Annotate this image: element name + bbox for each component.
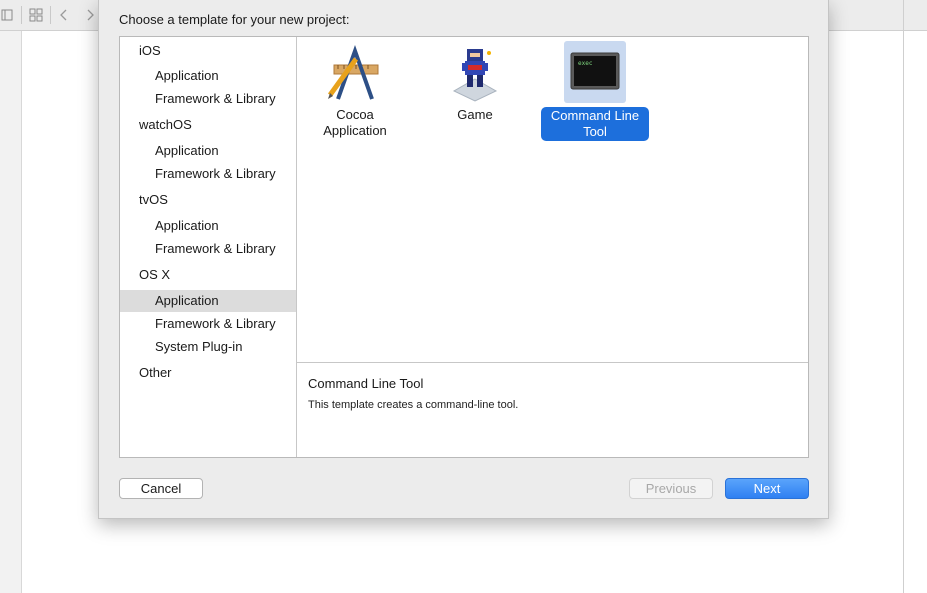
template-label-line1: Command Line — [550, 108, 640, 123]
inspector-divider — [903, 0, 904, 593]
template-panel: iOS Application Framework & Library watc… — [119, 36, 809, 458]
template-label-selected: Command Line Tool — [540, 107, 650, 141]
sidebar-item-osx-framework[interactable]: Framework & Library — [120, 313, 296, 335]
description-title: Command Line Tool — [308, 376, 424, 391]
template-game[interactable]: Game — [415, 41, 535, 151]
sidebar-item-ios-framework[interactable]: Framework & Library — [120, 88, 296, 110]
grid-icon[interactable] — [28, 7, 44, 23]
chevron-left-icon[interactable] — [56, 7, 72, 23]
sidebar-category-other[interactable]: Other — [120, 362, 296, 384]
template-grid: Cocoa Application Game exec Command Line… — [297, 37, 808, 363]
sidebar-item-osx-application[interactable]: Application — [120, 290, 296, 312]
terminal-icon: exec — [564, 41, 626, 103]
sidebar-category-watchos[interactable]: watchOS — [120, 114, 296, 136]
cocoa-app-icon — [324, 41, 386, 103]
template-label-line1: Game — [457, 107, 493, 122]
template-label-line2: Application — [323, 123, 387, 138]
template-command-line-tool[interactable]: exec Command Line Tool — [535, 41, 655, 151]
terminal-exec-text: exec — [578, 60, 593, 67]
sidebar-item-tvos-application[interactable]: Application — [120, 215, 296, 237]
cancel-button[interactable]: Cancel — [119, 478, 203, 499]
sidebar-item-watchos-application[interactable]: Application — [120, 140, 296, 162]
description-text: This template creates a command-line too… — [308, 399, 519, 411]
template-label-line1: Cocoa — [336, 107, 374, 122]
sidebar-item-tvos-framework[interactable]: Framework & Library — [120, 238, 296, 260]
sidebar-item-watchos-framework[interactable]: Framework & Library — [120, 163, 296, 185]
sidebar-category-osx[interactable]: OS X — [120, 264, 296, 286]
previous-button[interactable]: Previous — [629, 478, 713, 499]
template-chooser-sheet: Choose a template for your new project: … — [98, 0, 829, 519]
template-description: Command Line Tool This template creates … — [297, 363, 808, 457]
toolbar-separator — [50, 6, 51, 24]
game-icon — [444, 41, 506, 103]
template-cocoa-application[interactable]: Cocoa Application — [295, 41, 415, 151]
sidebar-item-ios-application[interactable]: Application — [120, 65, 296, 87]
template-label-line2: Tool — [583, 124, 607, 139]
editor-gutter — [0, 31, 22, 593]
sidebar-category-ios[interactable]: iOS — [120, 40, 296, 62]
chevron-right-icon[interactable] — [82, 7, 98, 23]
sheet-title: Choose a template for your new project: — [119, 12, 350, 27]
platform-sidebar: iOS Application Framework & Library watc… — [120, 37, 297, 457]
toolbar-separator — [21, 6, 22, 24]
next-button[interactable]: Next — [725, 478, 809, 499]
sidebar-item-osx-system-plugin[interactable]: System Plug-in — [120, 336, 296, 358]
sidebar-category-tvos[interactable]: tvOS — [120, 189, 296, 211]
panel-toggle-icon[interactable] — [0, 7, 16, 23]
